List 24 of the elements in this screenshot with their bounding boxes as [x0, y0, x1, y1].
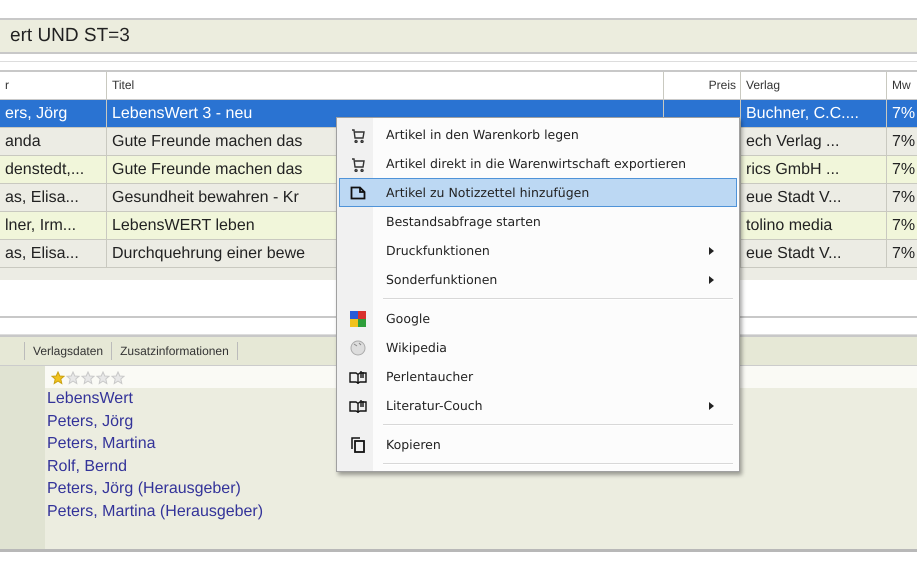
table-cell: Durchquehrung einer bewe [112, 245, 306, 262]
table-cell: lner, Irm... [5, 217, 76, 234]
table-cell: Gute Freunde machen das [112, 161, 302, 178]
table-cell: Gute Freunde machen das [112, 133, 302, 150]
table-cell: ech Verlag ... [746, 133, 840, 150]
table-cell: 7% [892, 133, 916, 150]
table-cell: 7% [892, 105, 916, 122]
table-cell: 7% [892, 189, 916, 206]
table-cell: denstedt,... [5, 161, 84, 178]
table-cell: eue Stadt V... [746, 245, 842, 262]
table-cell: Gesundheit bewahren - Kr [112, 189, 299, 206]
table-cell: LebensWert 3 - neu [112, 105, 252, 122]
table-cell: rics GmbH ... [746, 161, 840, 178]
table-cell: LebensWERT leben [112, 217, 255, 234]
table-cell: anda [5, 133, 41, 150]
table-cell: 7% [892, 161, 916, 178]
table-cell: 7% [892, 217, 916, 234]
table-cell: Buchner, C.C.... [746, 105, 859, 122]
table-cell: 7% [892, 245, 916, 262]
table-cell: eue Stadt V... [746, 189, 842, 206]
table-cell: ers, Jörg [5, 105, 68, 122]
table-cell: as, Elisa... [5, 245, 79, 262]
table-cell: as, Elisa... [5, 189, 79, 206]
table-cell: tolino media [746, 217, 832, 234]
